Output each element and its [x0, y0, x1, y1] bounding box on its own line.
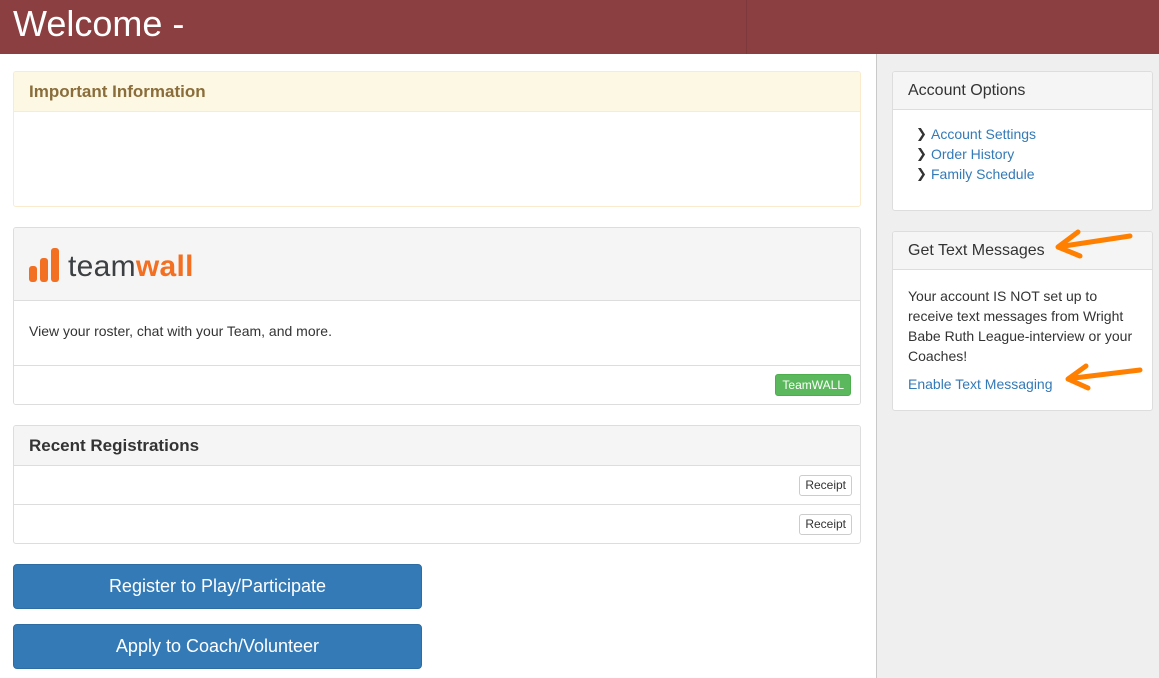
family-schedule-link[interactable]: Family Schedule [931, 166, 1035, 182]
registration-row: Receipt [14, 466, 860, 505]
header-divider [746, 0, 747, 54]
important-information-panel: Important Information [13, 71, 861, 207]
text-messages-status: Your account IS NOT set up to receive te… [908, 288, 1133, 364]
teamwall-wordmark: teamwall [68, 252, 194, 282]
registration-row: Receipt [14, 505, 860, 543]
account-option-item: ❯ Family Schedule [916, 164, 1152, 184]
teamwall-description: View your roster, chat with your Team, a… [14, 301, 860, 366]
order-history-link[interactable]: Order History [931, 146, 1014, 162]
receipt-button[interactable]: Receipt [799, 475, 852, 496]
receipt-button[interactable]: Receipt [799, 514, 852, 535]
page-title: Welcome - [13, 3, 185, 44]
account-option-item: ❯ Order History [916, 144, 1152, 164]
teamwall-panel: teamwall View your roster, chat with you… [13, 227, 861, 405]
teamwall-wordmark-team: team [68, 250, 136, 283]
top-header-bar: Welcome - [0, 0, 1159, 54]
account-settings-link[interactable]: Account Settings [931, 126, 1036, 142]
teamwall-wordmark-wall: wall [135, 250, 194, 283]
teamwall-footer: TeamWALL [14, 366, 860, 404]
annotation-arrow-icon [1065, 363, 1143, 391]
account-options-panel: Account Options ❯ Account Settings ❯ Ord… [892, 71, 1153, 211]
register-to-play-button[interactable]: Register to Play/Participate [13, 564, 422, 609]
recent-registrations-panel: Recent Registrations Receipt Receipt [13, 425, 861, 544]
chevron-right-icon: ❯ [916, 126, 927, 141]
teamwall-bars-icon [29, 248, 59, 282]
teamwall-logo: teamwall [29, 248, 194, 282]
account-option-item: ❯ Account Settings [916, 124, 1152, 144]
apply-to-coach-button[interactable]: Apply to Coach/Volunteer [13, 624, 422, 669]
recent-registrations-title: Recent Registrations [14, 426, 860, 466]
annotation-arrow-icon [1055, 229, 1133, 259]
account-options-title: Account Options [893, 72, 1152, 110]
chevron-right-icon: ❯ [916, 166, 927, 181]
teamwall-header: teamwall [14, 228, 860, 301]
chevron-right-icon: ❯ [916, 146, 927, 161]
account-options-list: ❯ Account Settings ❯ Order History ❯ Fam… [893, 110, 1152, 184]
teamwall-button[interactable]: TeamWALL [775, 374, 851, 396]
important-information-title: Important Information [14, 72, 860, 112]
